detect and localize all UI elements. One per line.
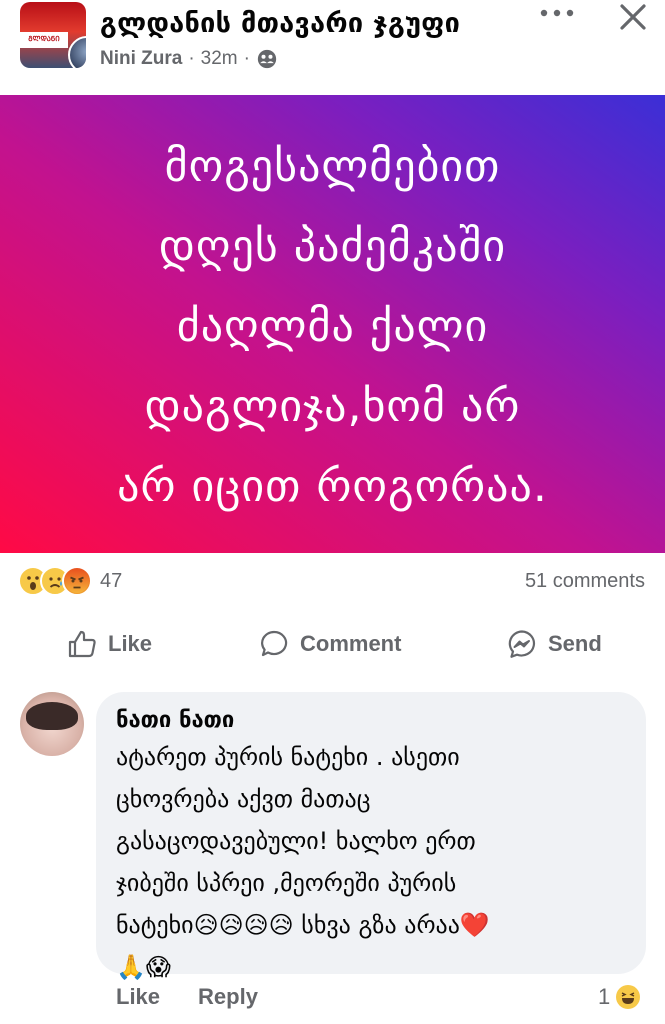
post-action-bar: Like Comment Send bbox=[0, 622, 665, 666]
post-text: მოგესალმებით დღეს პაძემკაში ძაღლმა ქალი … bbox=[117, 141, 548, 512]
reaction-count: 47 bbox=[100, 569, 123, 592]
comment-reply-button[interactable]: Reply bbox=[198, 984, 258, 1010]
avatar-hair bbox=[26, 702, 78, 730]
more-dots-icon bbox=[540, 9, 574, 17]
comment-label: Comment bbox=[300, 631, 402, 656]
meta-separator-2: · bbox=[243, 48, 250, 69]
close-icon[interactable] bbox=[616, 0, 650, 34]
like-label: Like bbox=[108, 631, 153, 656]
comment-button[interactable]: Comment bbox=[258, 622, 401, 666]
send-button[interactable]: Send bbox=[506, 622, 602, 666]
haha-icon bbox=[616, 985, 641, 1009]
commenter-avatar[interactable] bbox=[20, 692, 84, 756]
group-avatar-banner: ᲒᲚᲓᲐᲜᲘ bbox=[20, 32, 68, 48]
comment-bubble-icon bbox=[261, 630, 288, 657]
comment-text: ატარეთ პურის ნატეხი . ასეთი ცხოვრება აქვ… bbox=[116, 743, 490, 981]
comment-bubble[interactable]: ნათი ნათი ატარეთ პურის ნატეხი . ასეთი ცხ… bbox=[96, 692, 646, 981]
more-options-button[interactable] bbox=[535, 2, 579, 32]
comment-reaction-count: 1 bbox=[598, 984, 611, 1009]
reaction-summary[interactable]: 47 bbox=[18, 566, 122, 596]
post-meta: Nini Zura · 32m · bbox=[100, 48, 278, 70]
angry-reaction-icon bbox=[62, 566, 92, 596]
send-label: Send bbox=[548, 631, 602, 656]
post-header: ᲒᲚᲓᲐᲜᲘ გლდანის მთავარი ჯგუფი Nini Zura ·… bbox=[0, 0, 665, 94]
group-name[interactable]: გლდანის მთავარი ჯგუფი bbox=[100, 8, 460, 39]
comment-like-button[interactable]: Like bbox=[116, 984, 160, 1010]
group-avatar[interactable]: ᲒᲚᲓᲐᲜᲘ bbox=[20, 2, 86, 68]
comment-author[interactable]: ნათი ნათი bbox=[116, 708, 234, 733]
thumbs-up-icon bbox=[68, 630, 96, 658]
comments-count[interactable]: 51 comments bbox=[525, 570, 645, 593]
like-button[interactable]: Like bbox=[66, 622, 152, 666]
post-time[interactable]: 32m bbox=[201, 48, 238, 70]
comment-reaction-summary[interactable]: 1 bbox=[598, 984, 641, 1010]
author-avatar[interactable] bbox=[68, 36, 86, 68]
comment-actions: Like Reply bbox=[116, 984, 258, 1010]
messenger-icon bbox=[508, 630, 536, 658]
post-background: მოგესალმებით დღეს პაძემკაში ძაღლმა ქალი … bbox=[0, 95, 665, 553]
author-name[interactable]: Nini Zura bbox=[100, 48, 182, 70]
meta-separator: · bbox=[188, 48, 195, 69]
group-members-icon bbox=[257, 49, 277, 69]
